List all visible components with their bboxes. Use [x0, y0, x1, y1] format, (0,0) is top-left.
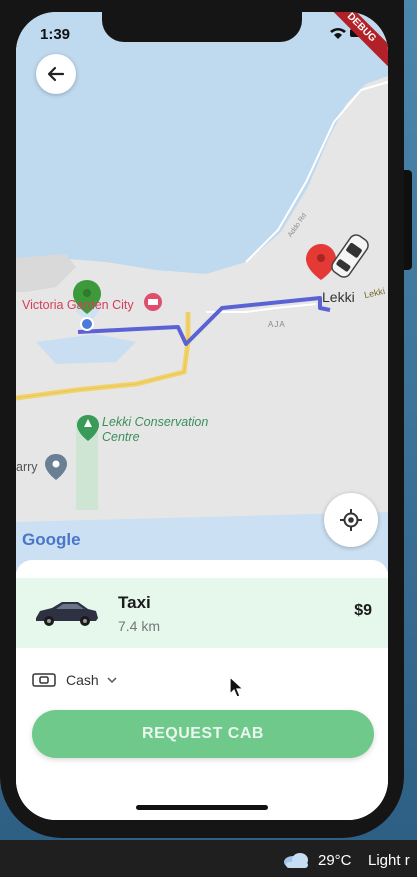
- my-location-button[interactable]: [324, 493, 378, 547]
- map-label-aja: AJA: [268, 320, 286, 329]
- taskbar-weather-condition[interactable]: Light r: [368, 852, 410, 869]
- map-label-victoria-garden-city: Victoria Garden City: [22, 298, 134, 312]
- cloud-icon: [284, 853, 308, 868]
- payment-method-label: Cash: [66, 672, 99, 688]
- back-button[interactable]: [36, 54, 76, 94]
- google-attribution: Google: [22, 530, 81, 549]
- taskbar-temperature[interactable]: 29°C: [318, 852, 352, 869]
- victoria-place-icon: [144, 293, 162, 311]
- payment-selector[interactable]: Cash: [32, 668, 117, 692]
- map-label-arry: arry: [16, 460, 38, 474]
- ride-name: Taxi: [118, 593, 151, 612]
- map-label-lekki: Lekki: [322, 289, 355, 305]
- ride-panel: Taxi 7.4 km $9 Cash REQUEST CAB: [16, 560, 388, 820]
- crosshair-icon: [340, 509, 362, 531]
- map-label-lekki-conservation-centre: Lekki Conservation Centre: [102, 415, 209, 444]
- ride-price: $9: [354, 602, 372, 619]
- ride-distance: 7.4 km: [118, 618, 161, 634]
- taskbar: 29°C Light r: [0, 840, 417, 877]
- home-indicator: [136, 805, 268, 810]
- chevron-down-icon: [107, 677, 117, 684]
- status-time: 1:39: [40, 26, 71, 43]
- app-screen: 1:39 DEBUG Victoria Garden City Lekki Le…: [16, 12, 388, 820]
- car-icon: [36, 602, 98, 626]
- cash-icon: [32, 673, 56, 687]
- phone-frame: 1:39 DEBUG Victoria Garden City Lekki Le…: [0, 0, 412, 838]
- phone-notch: [102, 12, 302, 42]
- request-cab-button[interactable]: REQUEST CAB: [32, 710, 374, 758]
- phone-side-button: [404, 170, 412, 270]
- arrow-left-icon: [47, 66, 65, 82]
- mouse-pointer-icon: [229, 675, 245, 698]
- ride-option-taxi[interactable]: Taxi 7.4 km $9: [16, 578, 388, 648]
